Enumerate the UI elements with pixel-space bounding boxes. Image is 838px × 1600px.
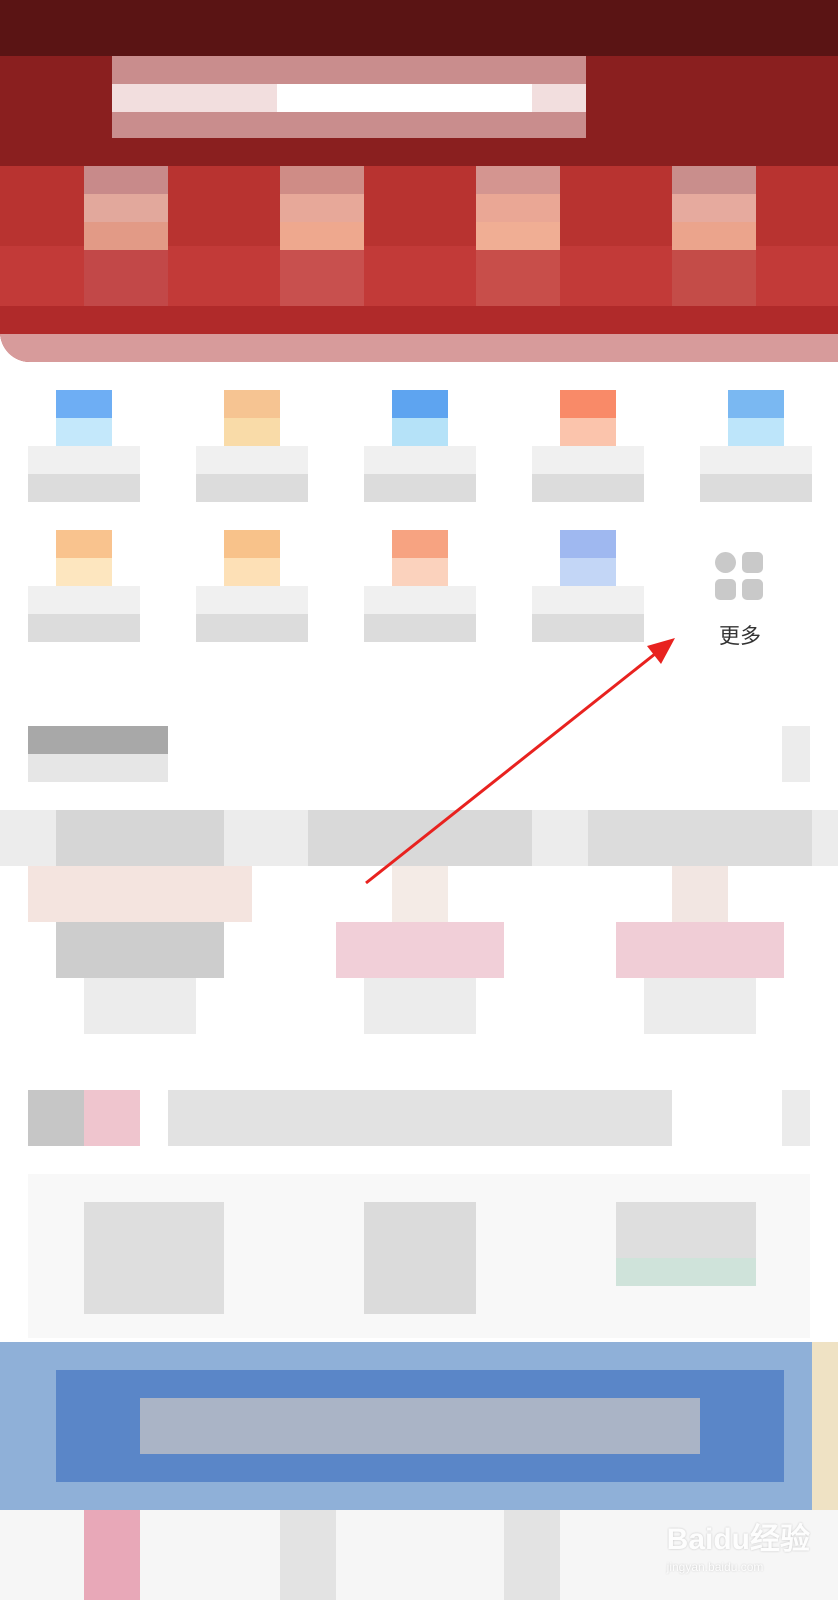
app-icon (560, 390, 616, 418)
content-card-1[interactable] (28, 866, 252, 922)
section-title (28, 726, 168, 754)
tab-1[interactable] (56, 810, 224, 866)
tab-2[interactable] (308, 810, 532, 866)
watermark: Baidu经验 jingyan.baidu.com (667, 1514, 810, 1574)
app-icon (728, 390, 784, 418)
more-button[interactable]: 更多 (700, 540, 780, 660)
more-label: 更多 (719, 624, 761, 648)
app-icon (56, 530, 112, 558)
tab-3[interactable] (588, 810, 812, 866)
app-icon (56, 390, 112, 418)
search-input[interactable] (277, 84, 532, 112)
app-shortcut-4[interactable] (532, 390, 644, 504)
app-shortcut-6[interactable] (28, 530, 140, 644)
watermark-brand: Baidu经验 (666, 1523, 810, 1556)
app-shortcut-5[interactable] (700, 390, 812, 504)
header-shortcut-2[interactable] (280, 166, 364, 306)
app-icon (392, 530, 448, 558)
status-bar (0, 0, 838, 56)
app-shortcut-1[interactable] (28, 390, 140, 504)
app-icon (224, 390, 280, 418)
header-shortcut-3[interactable] (476, 166, 560, 306)
header-shortcut-4[interactable] (672, 166, 756, 306)
section-2-title (168, 1090, 672, 1146)
watermark-url: jingyan.baidu.com (666, 1560, 764, 1574)
app-icon (224, 530, 280, 558)
app-shortcut-7[interactable] (196, 530, 308, 644)
section-more-link[interactable] (782, 726, 810, 782)
app-shortcut-8[interactable] (364, 530, 476, 644)
search-bar[interactable] (112, 56, 586, 138)
content-card-2[interactable] (392, 866, 448, 922)
section-2-icon (28, 1090, 84, 1146)
content-card-5[interactable] (364, 1202, 476, 1314)
content-card-6[interactable] (616, 1202, 756, 1258)
app-shortcut-3[interactable] (364, 390, 476, 504)
app-shortcut-2[interactable] (196, 390, 308, 504)
app-icon (560, 530, 616, 558)
content-card-3[interactable] (672, 866, 728, 922)
content-card-4[interactable] (84, 1202, 224, 1314)
app-header (0, 0, 838, 362)
app-shortcut-9[interactable] (532, 530, 644, 644)
grid-apps-icon (715, 552, 765, 602)
app-icon (392, 390, 448, 418)
header-shortcut-1[interactable] (84, 166, 168, 306)
